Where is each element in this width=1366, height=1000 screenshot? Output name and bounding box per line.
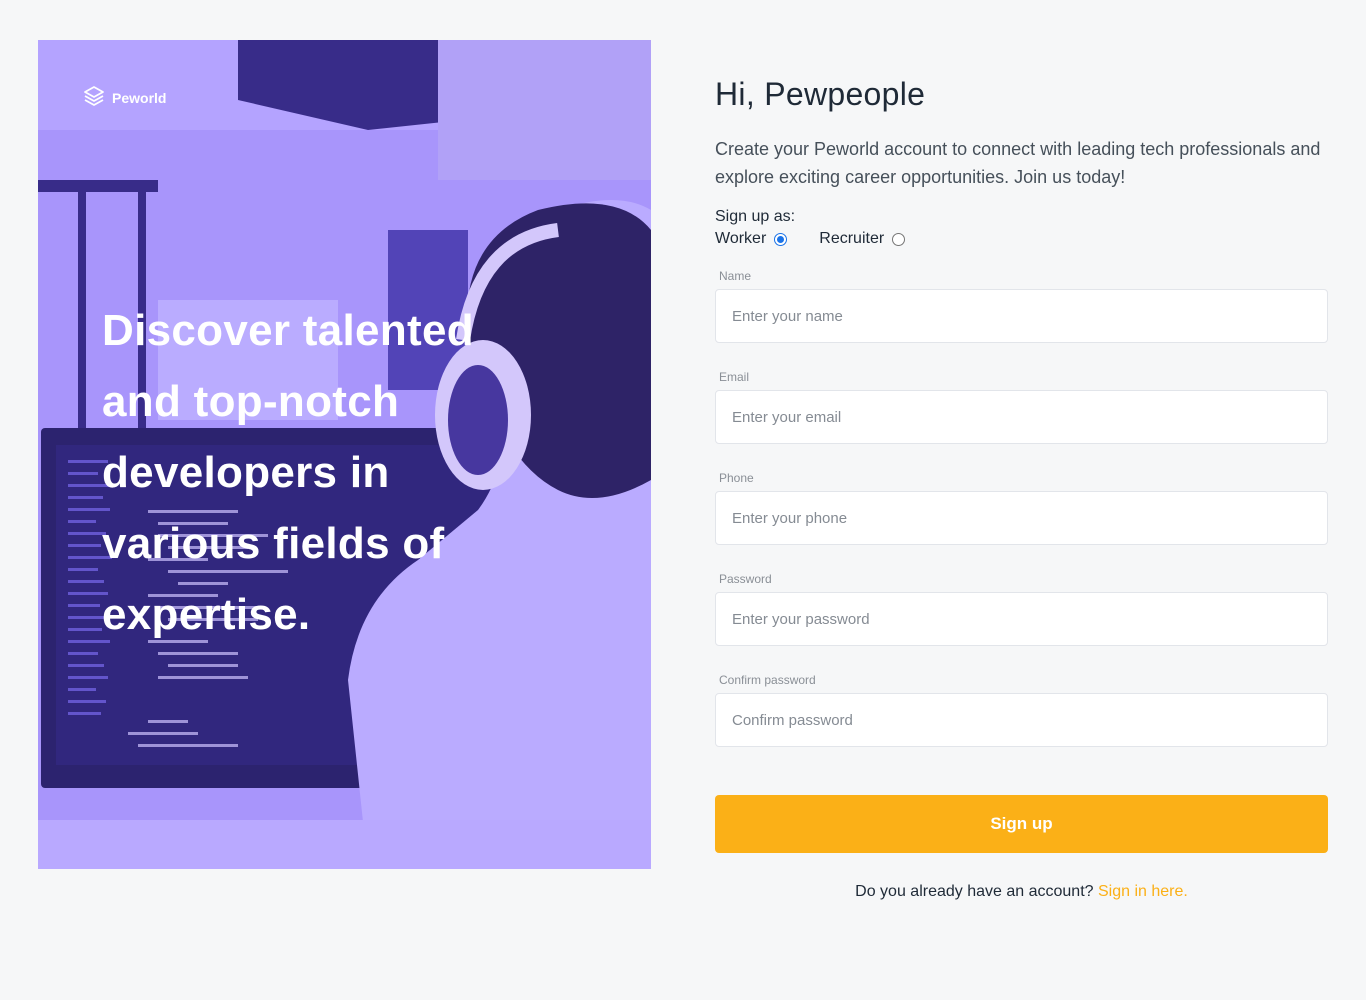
confirm-password-input[interactable] <box>715 693 1328 747</box>
password-label: Password <box>719 572 772 586</box>
phone-input[interactable] <box>715 491 1328 545</box>
email-label: Email <box>719 370 750 384</box>
hero-panel: Peworld Discover talented and top-notch … <box>38 40 651 869</box>
role-worker-label: Worker <box>715 230 767 247</box>
page-title: Hi, Pewpeople <box>715 76 926 112</box>
page-description: Create your Peworld account to connect w… <box>715 139 1321 187</box>
phone-label: Phone <box>719 471 754 485</box>
confirm-password-label: Confirm password <box>719 673 816 687</box>
role-option-worker[interactable]: Worker <box>715 230 788 248</box>
phone-field-group: Phone <box>715 471 1328 545</box>
signup-button[interactable]: Sign up <box>715 795 1328 853</box>
role-worker-radio[interactable] <box>774 232 788 246</box>
password-input[interactable] <box>715 592 1328 646</box>
role-label: Sign up as: <box>715 208 796 225</box>
hero-headline: Discover talented and top-notch develope… <box>102 306 474 639</box>
name-input[interactable] <box>715 289 1328 343</box>
role-recruiter-label: Recruiter <box>819 230 885 247</box>
role-recruiter-radio[interactable] <box>892 232 906 246</box>
email-input[interactable] <box>715 390 1328 444</box>
name-label: Name <box>719 269 752 283</box>
role-option-recruiter[interactable]: Recruiter <box>819 230 906 248</box>
brand-logo[interactable]: Peworld <box>82 84 166 111</box>
signin-prompt: Do you already have an account? Sign in … <box>715 883 1328 901</box>
signup-page: Peworld Discover talented and top-notch … <box>0 0 1366 1000</box>
signin-link[interactable]: Sign in here. <box>1098 883 1188 900</box>
brand-name: Peworld <box>112 89 167 106</box>
name-field-group: Name <box>715 269 1328 343</box>
password-field-group: Password <box>715 572 1328 646</box>
signin-prompt-text: Do you already have an account? <box>855 883 1094 900</box>
role-selector: Worker Recruiter <box>715 230 1328 248</box>
email-field-group: Email <box>715 370 1328 444</box>
confirm-password-field-group: Confirm password <box>715 673 1328 747</box>
stacked-layers-icon <box>82 84 106 111</box>
signup-form: Hi, Pewpeople Create your Peworld accoun… <box>715 76 1328 901</box>
